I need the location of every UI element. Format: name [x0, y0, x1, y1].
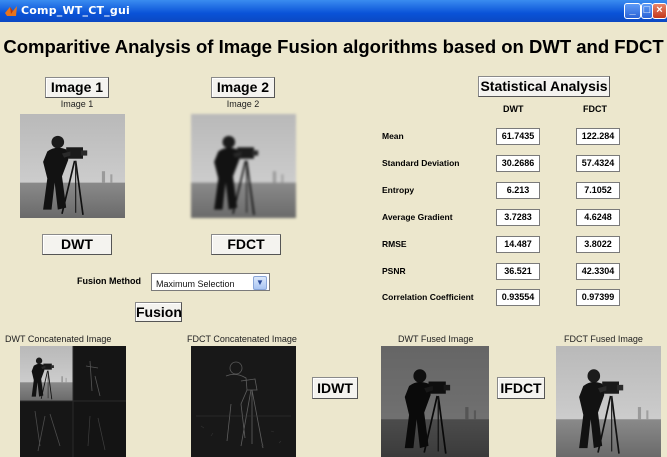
stat-fdct-mean: 122.284 — [576, 128, 620, 145]
image2-caption: Image 2 — [226, 99, 260, 109]
stat-fdct-psnr: 42.3304 — [576, 263, 620, 280]
image1-display — [20, 114, 125, 218]
dwt-concat-caption: DWT Concatenated Image — [5, 334, 112, 344]
fusion-method-label: Fusion Method — [77, 276, 141, 286]
dwt-fused-caption: DWT Fused Image — [398, 334, 474, 344]
fdct-button[interactable]: FDCT — [211, 234, 281, 255]
stat-dwt-std: 30.2686 — [496, 155, 540, 172]
dwt-button[interactable]: DWT — [42, 234, 112, 255]
stat-label-correlation: Correlation Coefficient — [382, 292, 474, 302]
fdct-concat-display — [191, 346, 296, 457]
stat-label-std: Standard Deviation — [382, 158, 460, 168]
stat-fdct-entropy: 7.1052 — [576, 182, 620, 199]
matlab-icon — [5, 6, 17, 16]
image2-button[interactable]: Image 2 — [211, 77, 275, 98]
page-title: Comparitive Analysis of Image Fusion alg… — [3, 36, 664, 57]
figure-area: Comparitive Analysis of Image Fusion alg… — [0, 22, 667, 457]
stat-dwt-mean: 61.7435 — [496, 128, 540, 145]
statistical-analysis-button[interactable]: Statistical Analysis — [478, 76, 610, 97]
fusion-method-value: Maximum Selection — [156, 279, 235, 289]
stats-col-fdct: FDCT — [583, 104, 607, 114]
stat-label-avg-gradient: Average Gradient — [382, 212, 453, 222]
stat-fdct-correlation: 0.97399 — [576, 289, 620, 306]
chevron-down-icon[interactable]: ▼ — [253, 276, 267, 290]
dwt-concat-display — [20, 346, 126, 457]
stat-label-rmse: RMSE — [382, 239, 407, 249]
stat-dwt-psnr: 36.521 — [496, 263, 540, 280]
stat-fdct-avg-gradient: 4.6248 — [576, 209, 620, 226]
stat-label-mean: Mean — [382, 131, 404, 141]
image1-caption: Image 1 — [60, 99, 94, 109]
fdct-concat-caption: FDCT Concatenated Image — [187, 334, 297, 344]
title-bar: Comp_WT_CT_gui _ □ × — [0, 0, 667, 22]
fdct-fused-caption: FDCT Fused Image — [564, 334, 643, 344]
stat-fdct-rmse: 3.8022 — [576, 236, 620, 253]
minimize-icon[interactable]: _ — [624, 3, 641, 19]
image2-display — [191, 114, 296, 218]
stat-dwt-entropy: 6.213 — [496, 182, 540, 199]
window-title: Comp_WT_CT_gui — [21, 4, 130, 17]
dwt-fused-display — [381, 346, 489, 457]
fusion-method-select[interactable]: Maximum Selection ▼ — [151, 273, 270, 291]
stat-dwt-rmse: 14.487 — [496, 236, 540, 253]
ifdct-button[interactable]: IFDCT — [497, 377, 545, 399]
stat-label-entropy: Entropy — [382, 185, 415, 195]
stat-fdct-std: 57.4324 — [576, 155, 620, 172]
stat-dwt-correlation: 0.93554 — [496, 289, 540, 306]
idwt-button[interactable]: IDWT — [312, 377, 358, 399]
stat-label-psnr: PSNR — [382, 266, 406, 276]
close-icon[interactable]: × — [652, 3, 667, 19]
fusion-button[interactable]: Fusion — [135, 302, 182, 322]
fdct-fused-display — [556, 346, 661, 457]
image1-button[interactable]: Image 1 — [45, 77, 109, 98]
stat-dwt-avg-gradient: 3.7283 — [496, 209, 540, 226]
stats-col-dwt: DWT — [503, 104, 524, 114]
